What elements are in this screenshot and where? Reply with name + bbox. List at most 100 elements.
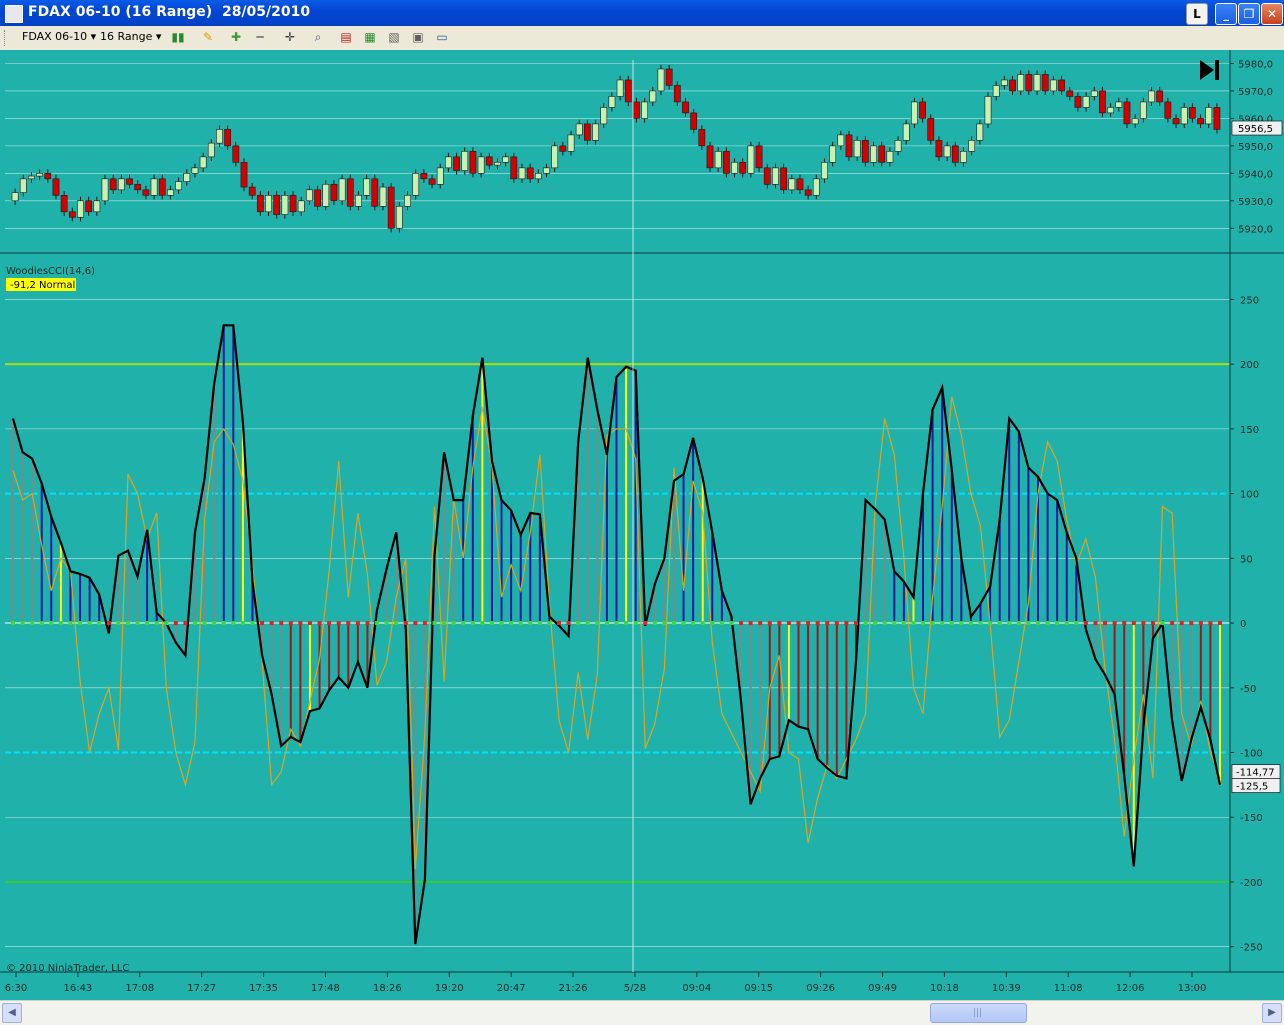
zero-line-marker <box>39 621 44 626</box>
zero-line-marker <box>940 621 945 626</box>
zero-line-marker <box>1179 621 1184 626</box>
candle-body <box>575 123 583 136</box>
candle-body <box>52 178 60 196</box>
zero-line-marker <box>20 621 25 626</box>
candle-body <box>853 140 861 158</box>
candle-body <box>690 112 698 130</box>
time-tick-label: 13:00 <box>1178 983 1207 994</box>
zero-line-marker <box>662 621 667 626</box>
candle-body <box>1000 79 1008 86</box>
zero-line-marker <box>509 621 514 626</box>
zero-line-marker <box>710 621 715 626</box>
chart-toolbar: FDAX 06-10 ▾ 16 Range ▾ ▮▮ ✎ ✚ ━ ✛ ⌕ ▤ ▦… <box>0 26 1284 51</box>
zero-line-marker <box>202 621 207 626</box>
title-bar: FDAX 06-10 (16 Range) 28/05/2010 L _ ❐ ✕ <box>0 0 1284 26</box>
zero-line-marker <box>442 621 447 626</box>
zoom-in-icon[interactable]: ✚ <box>228 29 244 45</box>
candle-body <box>706 145 714 169</box>
link-button[interactable]: L <box>1186 3 1208 25</box>
zero-line-marker <box>480 621 485 626</box>
candle-body <box>101 178 109 202</box>
zero-line-marker <box>1208 621 1213 626</box>
candle-body <box>1197 118 1204 125</box>
scroll-right-button[interactable]: ▶ <box>1262 1003 1282 1023</box>
zero-line-marker <box>279 621 284 626</box>
zero-line-marker <box>959 621 964 626</box>
time-tick-label: 10:39 <box>992 983 1021 994</box>
interval-selector[interactable]: 16 Range ▾ <box>100 30 161 43</box>
zero-line-marker <box>116 621 121 626</box>
candle-body <box>927 118 935 141</box>
price-chart-area[interactable]: 5980,05970,05960,05950,05940,05930,05920… <box>0 50 1284 1000</box>
zero-line-marker <box>1045 621 1050 626</box>
candle-body <box>28 175 35 180</box>
candle-body <box>371 178 379 207</box>
last-price-label: 5956,5 <box>1238 124 1273 135</box>
candle-body <box>902 123 910 141</box>
scroll-left-button[interactable]: ◀ <box>2 1003 22 1023</box>
close-button[interactable]: ✕ <box>1261 3 1283 25</box>
candle-body <box>641 101 649 119</box>
candle-body <box>1213 107 1221 130</box>
maximize-button[interactable]: ❐ <box>1238 3 1260 25</box>
zero-line-marker <box>585 621 590 626</box>
indicators-icon[interactable]: ▦ <box>362 29 378 45</box>
zero-line-marker <box>327 621 332 626</box>
minimize-button[interactable]: _ <box>1215 3 1237 25</box>
price-tick-label: 5930,0 <box>1238 197 1273 208</box>
candle-body <box>142 189 150 196</box>
cci-tick-label: 0 <box>1240 619 1246 630</box>
zero-line-marker <box>806 621 811 626</box>
zero-line-marker <box>566 621 571 626</box>
zoom-out-icon[interactable]: ━ <box>252 29 268 45</box>
draw-pencil-icon[interactable]: ✎ <box>200 29 216 45</box>
candle-body <box>85 200 93 213</box>
instrument-selector[interactable]: FDAX 06-10 ▾ <box>22 30 96 43</box>
scroll-thumb[interactable]: ||| <box>930 1003 1027 1023</box>
zero-line-marker <box>796 621 801 626</box>
price-tick-label: 5940,0 <box>1238 169 1273 180</box>
zero-line-marker <box>499 621 504 626</box>
zero-line-marker <box>777 621 782 626</box>
zero-line-marker <box>307 621 312 626</box>
toolbar-grip[interactable] <box>4 30 8 46</box>
candle-body <box>134 184 142 191</box>
horizontal-scrollbar[interactable]: ◀ ||| ▶ <box>0 1000 1284 1025</box>
zero-line-marker <box>1170 621 1175 626</box>
candle-body <box>1099 90 1106 114</box>
candle-body <box>1017 74 1025 92</box>
candle-body <box>469 151 477 174</box>
zero-line-marker <box>1189 621 1194 626</box>
candle-body <box>1009 79 1016 92</box>
bar-style-icon[interactable]: ▮▮ <box>170 29 186 45</box>
properties-icon[interactable]: ▣ <box>410 29 426 45</box>
candle-body <box>207 142 215 158</box>
candle-body <box>1115 101 1123 108</box>
candle-body <box>714 151 722 169</box>
data-box-icon[interactable]: ▤ <box>338 29 354 45</box>
window-icon[interactable]: ▭ <box>434 29 450 45</box>
candle-body <box>829 145 837 163</box>
candle-body <box>960 151 967 163</box>
candle-body <box>322 184 330 207</box>
crosshair-icon[interactable]: ✛ <box>282 29 298 45</box>
strategies-icon[interactable]: ▧ <box>386 29 402 45</box>
zero-line-marker <box>461 621 466 626</box>
zero-line-marker <box>135 621 140 626</box>
candle-body <box>379 186 387 207</box>
copyright-text: © 2010 NinjaTrader, LLC <box>6 963 129 974</box>
zero-line-marker <box>193 621 198 626</box>
zero-line-marker <box>1026 621 1031 626</box>
time-tick-label: 20:47 <box>497 983 526 994</box>
candle-body <box>624 79 632 103</box>
candle-body <box>608 96 616 108</box>
app-icon <box>5 5 23 23</box>
magnifier-icon[interactable]: ⌕ <box>310 29 326 45</box>
candle-body <box>117 178 125 191</box>
candle-body <box>453 156 460 171</box>
zero-line-marker <box>863 621 868 626</box>
candle-body <box>1188 107 1196 119</box>
candle-body <box>878 145 886 163</box>
cci-tick-label: 150 <box>1240 425 1259 436</box>
candle-body <box>330 184 338 202</box>
